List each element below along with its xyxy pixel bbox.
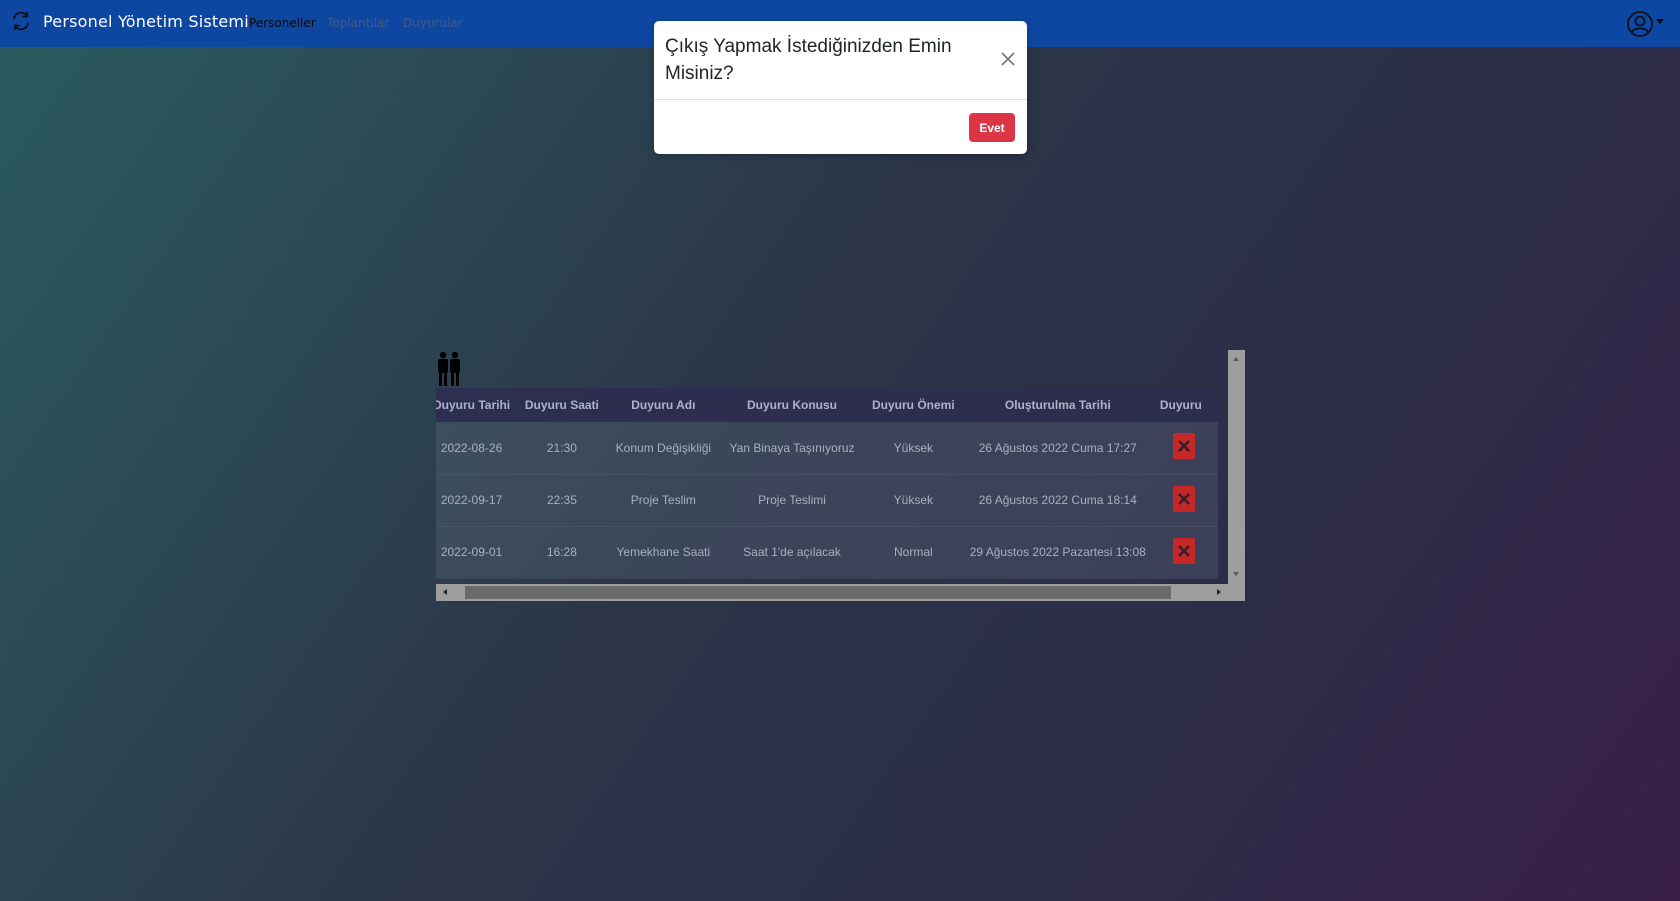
nav-link-duyurular[interactable]: Duyurular [403,16,463,30]
chevron-down-icon [1656,18,1664,24]
cell-subject: Proje Teslimi [758,493,826,507]
delete-x-icon [1177,544,1190,557]
logout-confirm-modal: Çıkış Yapmak İstediğinizden Emin Misiniz… [654,21,1027,154]
cell-created: 29 Ağustos 2022 Pazartesi 13:08 [969,545,1146,559]
nav-link-toplantilar[interactable]: Toplantılar [327,16,389,30]
scroll-left-arrow[interactable] [443,589,447,595]
announcements-table-container[interactable]: Duyuru Tarihi Duyuru Saati Duyuru Adı Du… [436,388,1228,584]
table-row: 2022-09-01 16:28 Yemekhane Saati Saat 1'… [436,526,1218,578]
cell-date: 2022-09-01 [440,545,503,559]
cell-time: 21:30 [546,440,577,455]
cell-subject: Saat 1'de açılacak [743,545,841,559]
user-menu[interactable] [1626,10,1664,42]
header-duyuru-konusu[interactable]: Duyuru Konusu [720,388,864,422]
header-duyuru-adi[interactable]: Duyuru Adı [607,388,720,422]
modal-divider [654,99,1027,100]
table-row: 2022-08-26 21:30 Konum Değişikliği Yan B… [436,422,1218,474]
confirm-logout-button[interactable]: Evet [969,113,1015,142]
delete-button[interactable] [1172,485,1195,512]
vertical-scrollbar[interactable] [1228,350,1245,584]
table-row: 2022-09-17 22:35 Proje Teslim Proje Tesl… [436,474,1218,526]
cell-priority: Normal [894,545,933,559]
cell-priority: Yüksek [893,440,934,455]
user-circle-icon [1626,10,1654,42]
cell-created: 26 Ağustos 2022 Cuma 18:14 [978,493,1137,507]
cell-subject: Yan Binaya Taşınıyoruz [729,440,855,455]
close-icon[interactable] [999,50,1017,68]
header-olusturulma-tarihi[interactable]: Oluşturulma Tarihi [963,388,1153,422]
header-duyuru-tarihi[interactable]: Duyuru Tarihi [436,388,517,422]
modal-title: Çıkış Yapmak İstediğinizden Emin Misiniz… [665,36,952,84]
header-duyuru-saati[interactable]: Duyuru Saati [517,388,607,422]
cell-time: 22:35 [546,493,577,507]
brand-title[interactable]: Personel Yönetim Sistemi [43,12,249,31]
brand-sync-icon [10,10,32,32]
header-duyuru-onemi[interactable]: Duyuru Önemi [864,388,963,422]
scroll-thumb[interactable] [465,586,1171,599]
cell-date: 2022-09-17 [440,493,503,507]
horizontal-scrollbar[interactable] [436,584,1228,601]
header-duyuru-action[interactable]: Duyuru [1153,388,1218,422]
scrollbar-corner [1228,584,1245,601]
scroll-down-arrow[interactable] [1233,572,1239,576]
announcements-panel: Duyuru Tarihi Duyuru Saati Duyuru Adı Du… [436,350,1245,601]
announcements-table: Duyuru Tarihi Duyuru Saati Duyuru Adı Du… [436,388,1218,579]
cell-name: Proje Teslim [630,493,696,507]
table-header-row: Duyuru Tarihi Duyuru Saati Duyuru Adı Du… [436,388,1218,422]
delete-x-icon [1177,492,1190,505]
people-icon [436,350,464,388]
cell-priority: Yüksek [893,493,934,507]
scroll-up-arrow[interactable] [1233,357,1239,361]
nav-link-personeller[interactable]: Personeller [249,16,316,30]
cell-date: 2022-08-26 [440,440,503,455]
cell-created: 26 Ağustos 2022 Cuma 17:27 [978,440,1137,455]
scroll-right-arrow[interactable] [1217,589,1221,595]
delete-button[interactable] [1172,433,1195,460]
cell-name: Yemekhane Saati [616,545,711,559]
delete-button[interactable] [1172,537,1195,564]
delete-x-icon [1177,440,1190,453]
cell-time: 16:28 [546,545,577,559]
cell-name: Konum Değişikliği [615,440,712,455]
